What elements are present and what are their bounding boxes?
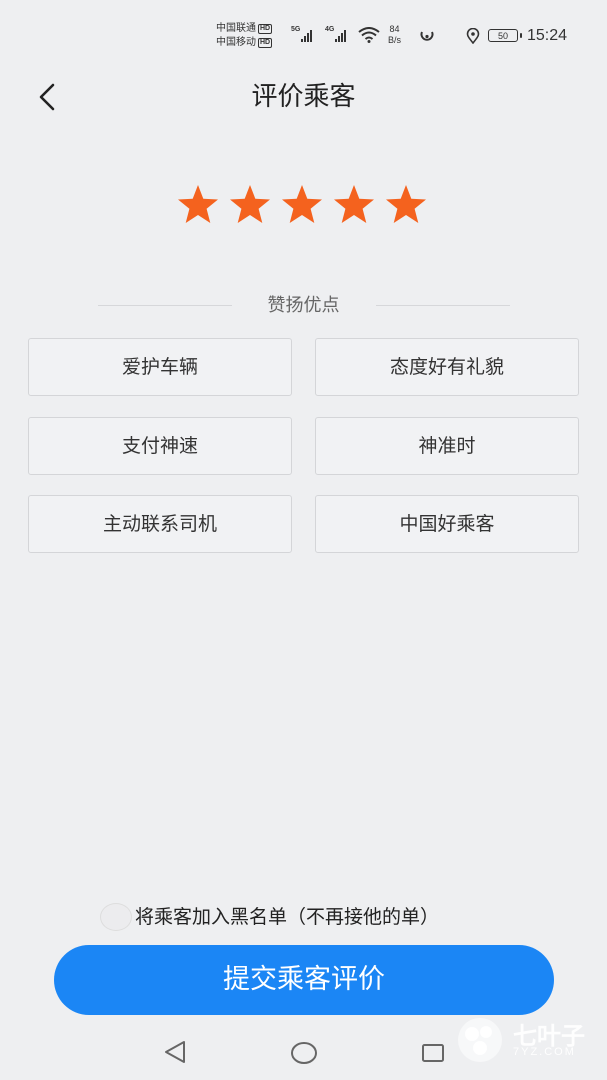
home-circle-icon[interactable] — [289, 1038, 319, 1068]
tag-button[interactable]: 爱护车辆 — [28, 338, 292, 396]
star-icon[interactable] — [176, 182, 220, 226]
carrier-2: 中国移动 — [216, 37, 256, 48]
submit-rating-button[interactable]: 提交乘客评价 — [54, 945, 554, 1015]
location-icon — [466, 28, 480, 44]
star-icon[interactable] — [228, 182, 272, 226]
wifi-icon — [358, 27, 380, 43]
blacklist-label[interactable]: 将乘客加入黑名单（不再接他的单） — [135, 903, 439, 931]
watermark-url: 7YZ.COM — [513, 1046, 576, 1058]
praise-section-title: 赞扬优点 — [267, 295, 340, 316]
recents-square-icon[interactable] — [420, 1038, 446, 1068]
battery-icon: 50 — [488, 29, 522, 42]
network-speed: 84 B/s — [388, 24, 402, 45]
page-title: 评价乘客 — [251, 82, 356, 112]
carrier-1: 中国联通 — [216, 23, 256, 34]
status-bar: 中国联通 HD 中国移动 HD 5G 4G 84 B/s 50 15:24 — [216, 22, 568, 50]
tag-button[interactable]: 神准时 — [315, 417, 579, 475]
star-icon[interactable] — [332, 182, 376, 226]
data-saver-icon — [420, 31, 434, 41]
hd-badge: HD — [258, 38, 273, 48]
back-triangle-icon[interactable] — [162, 1038, 188, 1068]
carrier-info: 中国联通 HD 中国移动 HD — [216, 22, 273, 50]
clock: 15:24 — [527, 27, 568, 44]
tag-button[interactable]: 主动联系司机 — [28, 495, 292, 553]
hd-badge: HD — [258, 24, 273, 34]
star-icon[interactable] — [384, 182, 428, 226]
tag-button[interactable]: 中国好乘客 — [315, 495, 579, 553]
blacklist-checkbox[interactable] — [100, 903, 132, 931]
star-rating[interactable] — [176, 182, 432, 226]
tag-button[interactable]: 支付神速 — [28, 417, 292, 475]
tag-button[interactable]: 态度好有礼貌 — [315, 338, 579, 396]
star-icon[interactable] — [280, 182, 324, 226]
